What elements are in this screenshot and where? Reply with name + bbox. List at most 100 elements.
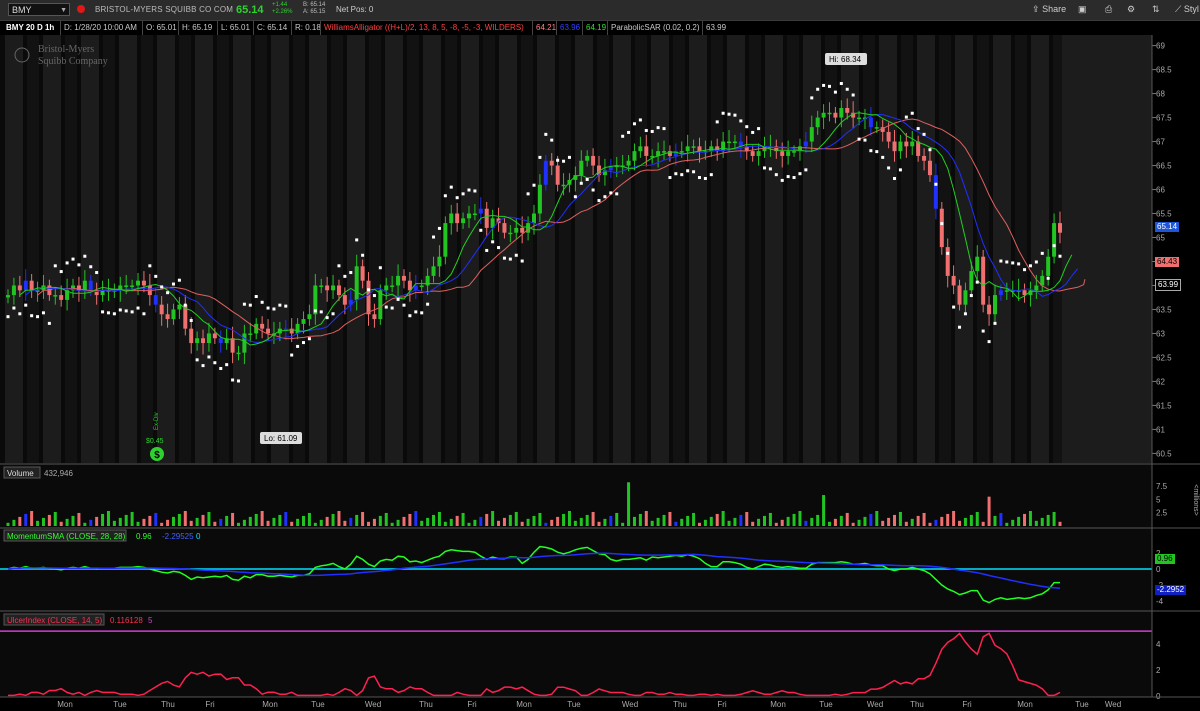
- sar-dot: [296, 344, 300, 348]
- sar-dot: [36, 315, 40, 319]
- volume-bar: [1040, 517, 1044, 526]
- candle-body: [537, 184, 542, 214]
- sar-dot: [77, 263, 81, 267]
- sar-dot: [1046, 276, 1050, 280]
- sar-dot: [1058, 254, 1062, 258]
- volume-bar: [881, 520, 885, 526]
- sar-dot: [875, 150, 879, 154]
- candle-body: [461, 218, 466, 224]
- volume-bar: [904, 521, 908, 526]
- price-axis-label: 68: [1156, 90, 1165, 99]
- sar-dot: [686, 169, 690, 173]
- candle-body: [532, 213, 536, 224]
- volume-bar: [656, 517, 660, 526]
- volume-bar: [101, 513, 105, 526]
- volume-bar: [916, 515, 920, 526]
- price-axis-label: 63: [1156, 329, 1165, 338]
- session-band: [917, 35, 935, 463]
- volume-bar: [550, 519, 554, 526]
- candle-body: [212, 333, 217, 339]
- sar-dot: [833, 90, 837, 94]
- session-bands: [0, 35, 1152, 697]
- sar-dot: [627, 130, 631, 134]
- sar-dot: [934, 182, 938, 186]
- volume-axis-label: 7.5: [1156, 482, 1168, 491]
- candle-body: [579, 160, 584, 176]
- volume-bar: [154, 512, 158, 526]
- candle-body: [874, 127, 879, 129]
- volume-bar: [65, 518, 69, 526]
- price-axis-label: 66.5: [1156, 162, 1172, 171]
- candle-body: [171, 309, 176, 320]
- sar-dot: [727, 112, 731, 116]
- session-band: [673, 35, 685, 463]
- session-band: [423, 35, 441, 463]
- candle-body: [378, 290, 383, 320]
- sar-dot: [963, 312, 967, 316]
- volume-bar: [668, 511, 672, 526]
- candle-body: [868, 117, 873, 128]
- sar-dot: [349, 271, 353, 275]
- sar-dot: [946, 251, 950, 255]
- session-band: [347, 35, 365, 463]
- volume-bar: [798, 510, 802, 526]
- volume-bar: [502, 517, 506, 526]
- sar-dot: [30, 314, 34, 318]
- sar-dot: [969, 294, 973, 298]
- sar-dot: [792, 176, 796, 180]
- sar-dot: [567, 155, 571, 159]
- candle-body: [201, 338, 206, 344]
- sar-dot: [307, 337, 311, 341]
- volume-bar: [822, 495, 826, 526]
- volume-bar: [739, 514, 743, 526]
- candle-body: [466, 213, 471, 219]
- volume-bar: [71, 515, 75, 526]
- candle-body: [543, 160, 548, 185]
- volume-bar: [573, 520, 577, 526]
- candle-body: [218, 338, 223, 344]
- chart-canvas[interactable]: Bristol-Myers Squibb Company 69 68.5 68 67.…: [0, 0, 1200, 711]
- volume-bar: [24, 513, 28, 526]
- candle-body: [963, 290, 968, 305]
- sar-dot: [1040, 251, 1044, 255]
- candle-body: [898, 141, 903, 152]
- volume-bar: [325, 516, 329, 526]
- volume-bar: [733, 517, 737, 526]
- sar-dot: [881, 155, 885, 159]
- volume-bar: [585, 514, 589, 526]
- sar-dot: [550, 138, 554, 142]
- volume-bar: [266, 520, 270, 526]
- time-axis-label: Mon: [1017, 700, 1033, 709]
- candle-body: [591, 155, 596, 166]
- momentum-label: MomentumSMA (CLOSE, 28, 28): [7, 532, 126, 541]
- volume-bar: [160, 522, 164, 526]
- sar-dot: [101, 310, 105, 314]
- volume-bar: [372, 518, 376, 526]
- last-price-tag: 65.14: [1155, 222, 1180, 232]
- volume-bar: [727, 520, 731, 526]
- sar-dot: [118, 308, 122, 312]
- volume-bar: [514, 511, 518, 526]
- sar-dot: [810, 96, 814, 100]
- sar-dot: [213, 361, 217, 365]
- volume-bar: [254, 513, 258, 526]
- volume-bar: [644, 510, 648, 526]
- volume-bar: [213, 521, 217, 526]
- sar-dot: [940, 222, 944, 226]
- volume-bar: [118, 517, 122, 526]
- volume-bar: [296, 518, 300, 526]
- sar-dot: [898, 168, 902, 172]
- time-axis-label: Wed: [622, 700, 638, 709]
- time-axis-label: Tue: [311, 700, 325, 709]
- volume-bar: [195, 517, 199, 526]
- sar-dot: [857, 137, 861, 141]
- volume-bar: [491, 510, 495, 526]
- price-axis-label: 61: [1156, 425, 1165, 434]
- time-axis-label: Tue: [1075, 700, 1089, 709]
- time-axis-label: Wed: [365, 700, 381, 709]
- price-axis-label: 61.5: [1156, 401, 1172, 410]
- volume-bar: [774, 522, 778, 526]
- jaw-price-tag: 64.43: [1155, 257, 1180, 267]
- sar-dot: [18, 312, 22, 316]
- volume-bar: [532, 515, 536, 526]
